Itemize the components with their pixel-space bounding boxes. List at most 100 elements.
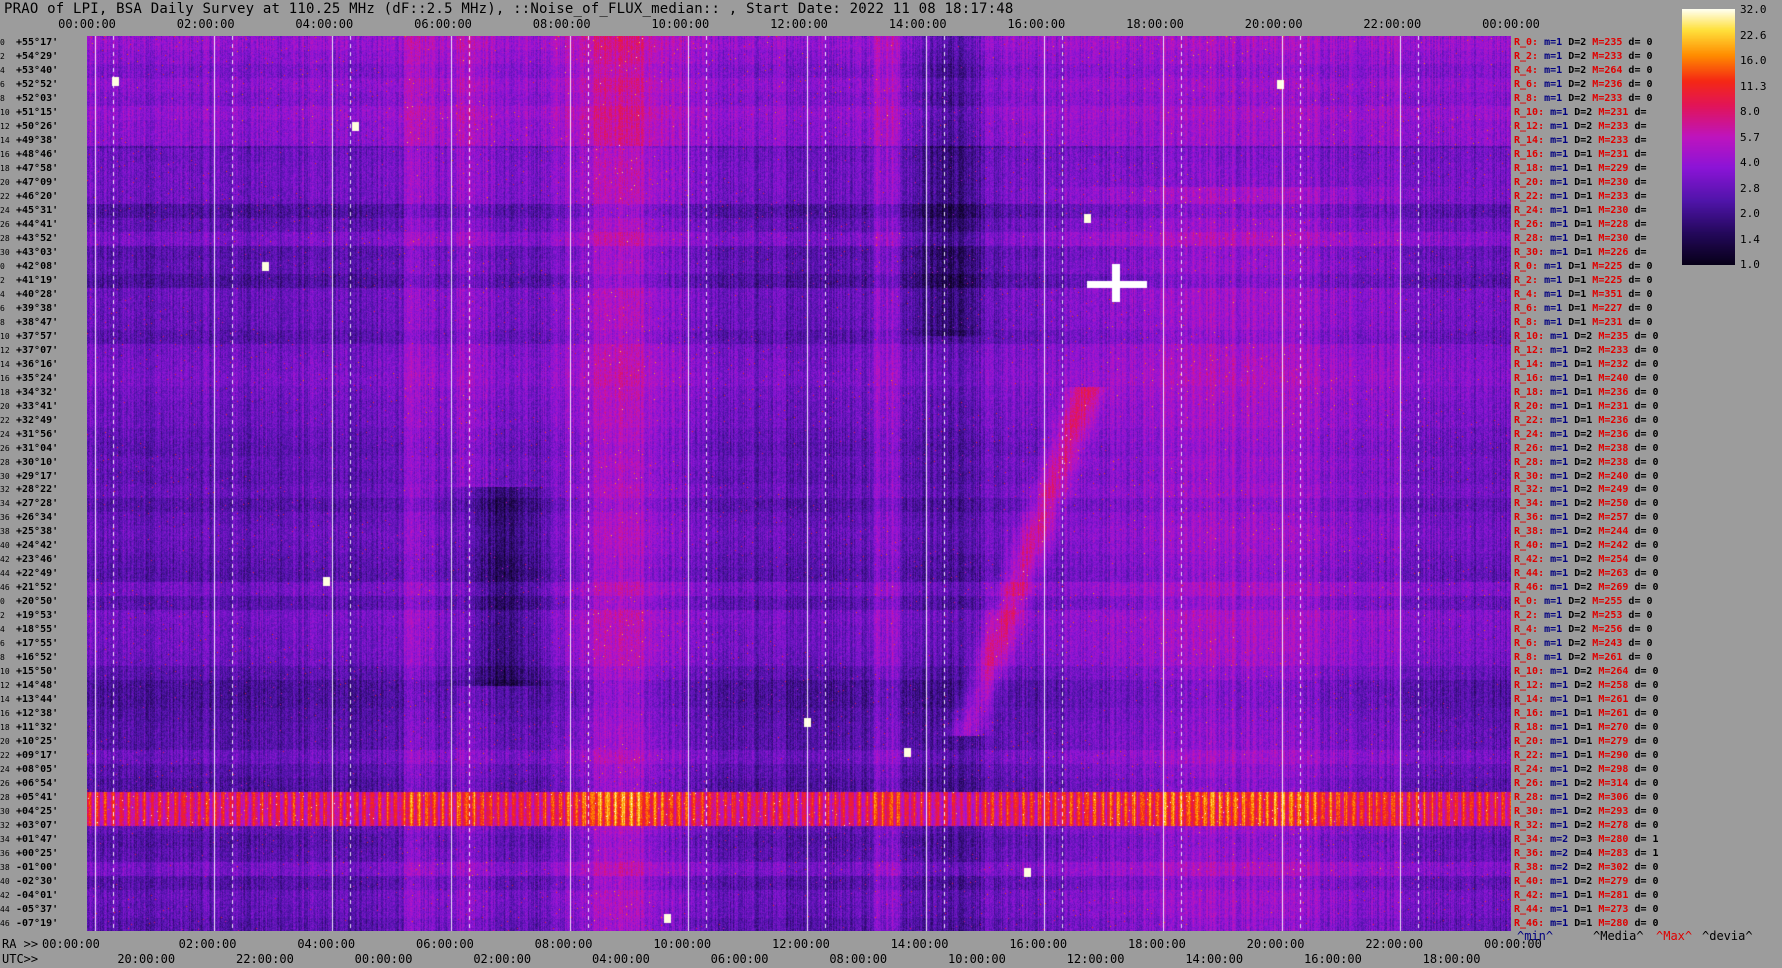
declination-value: +43°52'	[16, 232, 59, 244]
row-stat-r: R_34:	[1514, 498, 1551, 510]
declination-value: +06°54'	[16, 778, 59, 790]
declination-label: 28 +30°10'	[0, 457, 58, 469]
row-stat-M: M=256	[1592, 624, 1629, 636]
row-stat-label: R_12: m=1 D=2 M=233 d= 0	[1514, 345, 1659, 357]
row-stat-label: R_14: m=1 D=1 M=232 d= 0	[1514, 359, 1659, 371]
row-stat-M: M=302	[1598, 862, 1635, 874]
row-stat-label: R_26: m=1 D=1 M=228 d=	[1514, 219, 1653, 231]
colorbar-tick-label: 5.7	[1740, 130, 1760, 144]
row-stat-M: M=230	[1598, 176, 1635, 188]
declination-value: +54°29'	[16, 50, 59, 62]
row-stat-label: R_32: m=1 D=2 M=278 d= 0	[1514, 820, 1659, 832]
declination-value: +15°50'	[16, 666, 59, 678]
declination-value: +01°47'	[16, 834, 59, 846]
row-index: 40	[0, 541, 10, 551]
row-stat-D: D=1	[1568, 316, 1593, 328]
row-stat-m: m=1	[1550, 246, 1575, 258]
row-stat-D: D=2	[1574, 792, 1599, 804]
row-stat-d: d=	[1634, 218, 1653, 230]
ra-tick-label: 16:00:00	[1009, 937, 1068, 951]
declination-value: +34°32'	[16, 386, 59, 398]
row-stat-D: D=2	[1574, 120, 1599, 132]
declination-label: 28 +05°41'	[0, 792, 58, 804]
row-stat-label: R_22: m=1 D=1 M=233 d=	[1514, 191, 1653, 203]
declination-value: +49°38'	[16, 134, 59, 146]
row-stat-d: d= 0	[1634, 694, 1659, 706]
declination-label: 44 -05°37'	[0, 904, 58, 916]
colorbar-tick-label: 32.0	[1740, 3, 1767, 16]
row-index: 6	[0, 303, 5, 313]
row-stat-M: M=242	[1598, 540, 1635, 552]
declination-value: +05°41'	[16, 792, 59, 804]
declination-label: 44 +22°49'	[0, 568, 58, 580]
row-stat-m: m=1	[1544, 610, 1569, 622]
row-stat-r: R_12:	[1514, 344, 1551, 356]
utc-tick-label: 14:00:00	[1185, 952, 1244, 966]
row-stat-label: R_8: m=1 D=2 M=261 d= 0	[1514, 652, 1653, 664]
declination-label: 24 +31°56'	[0, 429, 58, 441]
row-stat-m: m=1	[1550, 568, 1575, 580]
row-stat-M: M=236	[1598, 386, 1635, 398]
row-stat-m: m=1	[1550, 764, 1575, 776]
row-stat-D: D=1	[1574, 148, 1599, 160]
row-stat-r: R_22:	[1514, 190, 1551, 202]
row-stat-d: d= 0	[1634, 540, 1659, 552]
row-stat-m: m=1	[1550, 736, 1575, 748]
row-stat-label: R_0: m=1 D=2 M=255 d= 0	[1514, 596, 1653, 608]
declination-label: 46 +21°52'	[0, 582, 58, 594]
row-stat-m: m=1	[1544, 316, 1569, 328]
row-stat-M: M=293	[1598, 806, 1635, 818]
row-stat-d: d= 0	[1634, 470, 1659, 482]
row-stat-label: R_30: m=1 D=2 M=240 d= 0	[1514, 471, 1659, 483]
row-stat-d: d= 0	[1628, 610, 1653, 622]
row-stat-m: m=1	[1550, 512, 1575, 524]
row-stat-label: R_38: m=2 D=2 M=302 d= 0	[1514, 862, 1659, 874]
top-tick-label: 02:00:00	[176, 17, 235, 31]
row-stat-r: R_16:	[1514, 708, 1551, 720]
row-stat-r: R_36:	[1514, 848, 1551, 860]
declination-label: 2 +19°53'	[0, 610, 58, 622]
row-stat-D: D=2	[1568, 36, 1593, 48]
row-stat-m: m=1	[1550, 582, 1575, 594]
row-index: 22	[0, 415, 10, 425]
row-stat-M: M=244	[1598, 526, 1635, 538]
row-stat-m: m=1	[1550, 176, 1575, 188]
row-stat-M: M=261	[1598, 694, 1635, 706]
row-stat-d: d=	[1634, 176, 1653, 188]
row-stat-r: R_18:	[1514, 162, 1551, 174]
row-stat-M: M=233	[1598, 134, 1635, 146]
row-stat-D: D=1	[1574, 890, 1599, 902]
row-index: 36	[0, 849, 10, 859]
ra-tick-label: 06:00:00	[416, 937, 474, 951]
row-stat-M: M=235	[1598, 330, 1635, 342]
row-stat-d: d= 0	[1628, 92, 1653, 104]
row-stat-label: R_4: m=1 D=2 M=264 d= 0	[1514, 65, 1653, 77]
declination-label: 38 +25°38'	[0, 526, 58, 538]
row-stat-r: R_6:	[1514, 638, 1545, 650]
row-stat-d: d= 0	[1634, 778, 1659, 790]
row-stat-M: M=225	[1592, 260, 1629, 272]
row-stat-m: m=1	[1544, 652, 1569, 664]
row-stat-r: R_32:	[1514, 484, 1551, 496]
row-stat-label: R_2: m=1 D=2 M=233 d= 0	[1514, 51, 1653, 63]
row-stat-d: d= 0	[1634, 904, 1659, 916]
row-stat-r: R_2:	[1514, 610, 1545, 622]
declination-label: 12 +14°48'	[0, 680, 58, 692]
row-stat-d: d= 0	[1628, 288, 1653, 300]
row-stat-D: D=4	[1574, 848, 1599, 860]
declination-value: -04°01'	[16, 890, 59, 902]
row-stat-D: D=1	[1574, 750, 1599, 762]
row-stat-d: d= 0	[1628, 302, 1653, 314]
row-stat-m: m=1	[1550, 484, 1575, 496]
declination-value: +12°38'	[16, 708, 59, 720]
heatmap-plot	[87, 36, 1511, 931]
declination-label: 10 +51°15'	[0, 107, 58, 119]
declination-label: 10 +37°57'	[0, 331, 58, 343]
top-tick-label: 00:00:00	[1482, 17, 1540, 31]
row-stat-label: R_22: m=1 D=1 M=236 d= 0	[1514, 415, 1659, 427]
row-stat-label: R_2: m=1 D=2 M=253 d= 0	[1514, 610, 1653, 622]
row-stat-M: M=253	[1592, 610, 1629, 622]
row-stat-label: R_22: m=1 D=1 M=290 d= 0	[1514, 750, 1659, 762]
row-stat-D: D=2	[1574, 484, 1599, 496]
row-stat-d: d= 0	[1628, 638, 1653, 650]
